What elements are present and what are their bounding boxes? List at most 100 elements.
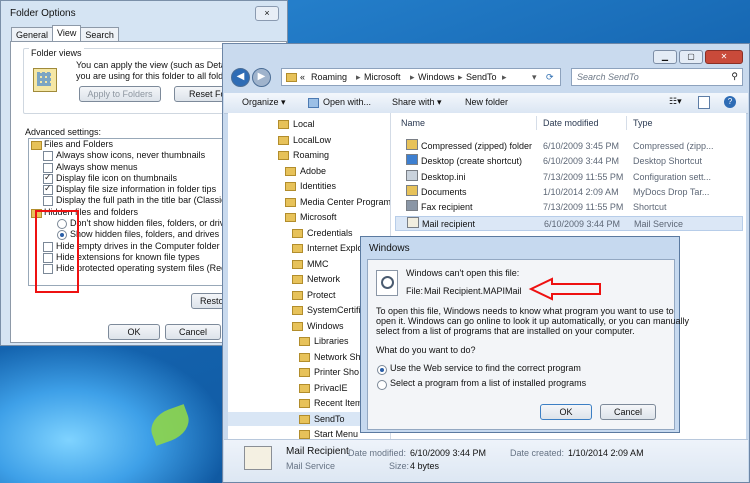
- file-row[interactable]: Compressed (zipped) folder 6/10/2009 3:45…: [395, 139, 743, 154]
- file-row[interactable]: Mail recipient 6/10/2009 3:44 PM Mail Serv…: [395, 215, 743, 231]
- size-label: Size:: [389, 461, 410, 471]
- nav-item-label: Network Sho: [314, 351, 366, 362]
- view-options-icon[interactable]: ☷▾: [669, 96, 682, 107]
- setting-checkbox[interactable]: [43, 196, 53, 207]
- apply-to-folders-button[interactable]: Apply to Folders: [79, 86, 161, 102]
- column-header-name[interactable]: Name: [401, 118, 425, 128]
- date-modified-value: 6/10/2009 3:44 PM: [410, 448, 487, 458]
- folder-icon: [292, 321, 303, 331]
- new-folder-button[interactable]: New folder: [465, 97, 508, 107]
- breadcrumb-overflow[interactable]: «: [300, 72, 305, 82]
- setting-checkbox[interactable]: [43, 183, 53, 196]
- annotation-arrow-icon: [528, 277, 601, 301]
- search-icon[interactable]: ⚲: [731, 71, 738, 82]
- dialog-ok-button[interactable]: OK: [540, 404, 592, 420]
- open-with-button[interactable]: Open with...: [323, 97, 371, 107]
- nav-item-label: Microsoft: [300, 212, 337, 222]
- file-type: Desktop Shortcut: [633, 156, 703, 167]
- folder-icon: [299, 399, 310, 408]
- folder-icon: [278, 135, 289, 145]
- file-date: 6/10/2009 3:44 PM: [544, 218, 621, 229]
- dialog-info-line: To open this file, Windows needs to know…: [376, 306, 674, 316]
- minimize-icon[interactable]: ▁: [653, 50, 677, 64]
- organize-menu[interactable]: Organize ▾: [242, 97, 286, 108]
- date-created-value: 1/10/2014 2:09 AM: [568, 448, 644, 458]
- breadcrumb-roaming[interactable]: Roaming: [311, 72, 347, 82]
- folder-icon: [292, 290, 303, 300]
- nav-item[interactable]: LocalLow: [228, 133, 390, 147]
- folder-icon: [292, 228, 303, 238]
- zip-folder-icon: [406, 139, 418, 150]
- folder-icon: [299, 414, 310, 424]
- advanced-settings-label: Advanced settings:: [25, 127, 102, 137]
- breadcrumb-separator-icon: ▸: [410, 72, 415, 82]
- setting-label: Show hidden files, folders, and drives: [70, 229, 220, 240]
- forward-arrow-icon[interactable]: ▶: [252, 68, 271, 87]
- file-name: Mail Recipient.MAPIMail: [424, 286, 522, 296]
- setting-label: Hide empty drives in the Computer folder: [56, 240, 220, 251]
- nav-item-label: SendTo: [314, 413, 345, 424]
- breadcrumb-separator-icon: ▸: [356, 72, 361, 82]
- nav-item[interactable]: Roaming: [228, 148, 390, 162]
- nav-item[interactable]: Media Center Program: [228, 195, 390, 209]
- column-divider: [626, 116, 627, 130]
- file-name: Mail recipient: [422, 218, 476, 229]
- file-row[interactable]: Desktop (create shortcut) 6/10/2009 3:44 …: [395, 154, 743, 169]
- back-arrow-icon[interactable]: ◀: [231, 68, 250, 87]
- maximize-icon[interactable]: ▢: [679, 50, 703, 64]
- file-row[interactable]: Desktop.ini 7/13/2009 11:55 PM Configurati…: [395, 169, 743, 185]
- nav-item[interactable]: Adobe: [228, 164, 390, 178]
- dialog-info-line: select from a list of programs that are …: [376, 326, 635, 336]
- file-row[interactable]: Documents 1/10/2014 2:09 AM MyDocs Drop Ta…: [395, 184, 743, 200]
- nav-item-label: Internet Explo: [307, 243, 363, 253]
- settings-file-icon: [406, 169, 418, 181]
- program-list-radio[interactable]: [377, 380, 387, 390]
- open-with-dialog: Windows Windows can't open this file: Fi…: [360, 236, 689, 433]
- setting-label: Display file icon on thumbnails: [56, 172, 178, 183]
- fax-icon: [406, 200, 418, 212]
- dropdown-icon[interactable]: ▾: [532, 72, 537, 83]
- column-header-type[interactable]: Type: [633, 118, 653, 128]
- breadcrumb-separator-icon: ▸: [458, 72, 463, 82]
- folder-icon: [292, 244, 303, 253]
- address-bar[interactable]: « Roaming Microsoft Windows SendTo ▸ ▸ ▸…: [281, 68, 561, 86]
- search-box[interactable]: Search SendTo ⚲: [571, 68, 743, 86]
- file-name: Desktop (create shortcut): [421, 156, 523, 167]
- web-service-radio[interactable]: [377, 365, 387, 375]
- nav-item[interactable]: Local: [228, 117, 390, 131]
- tab-view[interactable]: View: [52, 25, 82, 42]
- help-icon[interactable]: ?: [724, 96, 736, 108]
- ok-button[interactable]: OK: [108, 324, 160, 340]
- folder-icon: [31, 141, 42, 150]
- cancel-button[interactable]: Cancel: [165, 324, 221, 340]
- nav-item[interactable]: Identities: [228, 179, 390, 193]
- close-icon[interactable]: ✕: [705, 50, 743, 64]
- nav-item[interactable]: Microsoft: [228, 210, 390, 224]
- column-header-date[interactable]: Date modified: [543, 118, 599, 128]
- nav-item-label: Printer Sho: [314, 367, 360, 377]
- dialog-cancel-button[interactable]: Cancel: [600, 404, 656, 420]
- folder-icon: [285, 213, 296, 222]
- refresh-icon[interactable]: ⟳: [546, 72, 554, 83]
- folder-icon: [285, 182, 296, 191]
- breadcrumb-sendto[interactable]: SendTo: [466, 72, 497, 82]
- file-name: Documents: [421, 186, 467, 197]
- setting-checkbox[interactable]: [43, 151, 53, 162]
- close-button[interactable]: ×: [255, 6, 279, 21]
- date-modified-label: Date modified:: [348, 448, 407, 458]
- folder-icon: [299, 383, 310, 393]
- nav-item-label: PrivacIE: [314, 382, 348, 393]
- breadcrumb-microsoft[interactable]: Microsoft: [364, 72, 401, 82]
- breadcrumb-windows[interactable]: Windows: [418, 72, 455, 82]
- option-web-label[interactable]: Use the Web service to find the correct …: [390, 363, 581, 373]
- file-row[interactable]: Fax recipient 7/13/2009 11:55 PM Shortcut: [395, 200, 743, 215]
- option-list-label[interactable]: Select a program from a list of installe…: [390, 378, 586, 388]
- tab-search[interactable]: Search: [80, 27, 119, 42]
- nav-item-label: LocalLow: [293, 134, 332, 145]
- tab-general[interactable]: General: [11, 27, 54, 42]
- nav-item-label: Start Menu: [314, 429, 359, 439]
- preview-pane-icon[interactable]: [698, 96, 710, 109]
- file-date: 6/10/2009 3:44 PM: [543, 156, 620, 167]
- share-with-menu[interactable]: Share with ▾: [392, 97, 442, 108]
- window-controls: ▁ ▢ ✕: [651, 50, 743, 64]
